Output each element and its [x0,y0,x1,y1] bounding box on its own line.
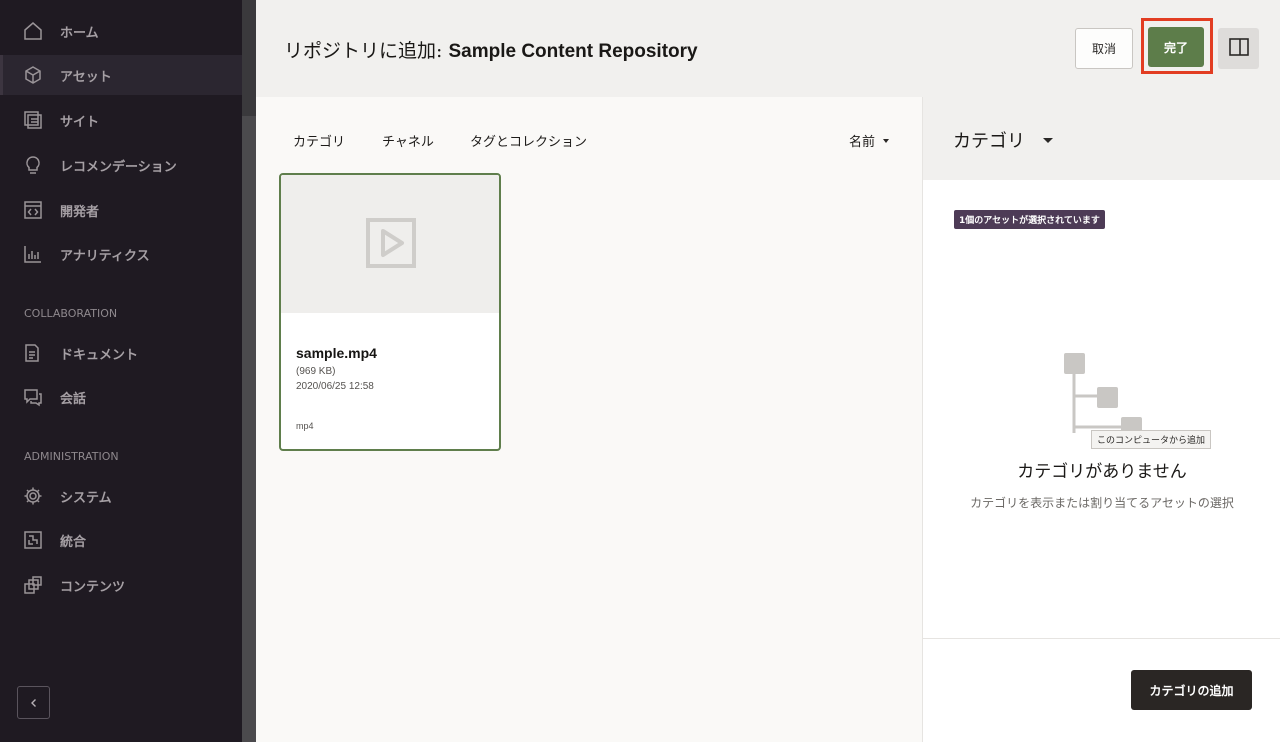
page-title: リポジトリに追加: Sample Content Repository [284,36,698,63]
asset-thumbnail [281,175,499,313]
site-icon [23,110,43,130]
sidebar-item-analytics[interactable]: アナリティクス [0,234,242,274]
home-icon [23,21,43,41]
tab-categories[interactable]: カテゴリ [293,131,345,150]
video-play-icon [366,218,416,268]
sort-dropdown[interactable]: 名前 [849,131,890,150]
integration-icon [23,530,43,550]
sidebar-item-label: アナリティクス [60,249,150,264]
sidebar-item-assets[interactable]: アセット [0,55,242,95]
sidebar-item-home[interactable]: ホーム [0,11,242,51]
divider [923,638,1280,639]
sidebar-item-label: コンテンツ [60,580,126,595]
category-tree-illustration [1064,353,1142,438]
sidebar-item-integrations[interactable]: 統合 [0,520,242,560]
panel-title-dropdown[interactable]: カテゴリ [953,127,1053,153]
caret-down-icon [1043,137,1053,143]
sidebar-item-developer[interactable]: 開発者 [0,190,242,230]
asset-card[interactable]: sample.mp4 (969 KB) 2020/06/25 12:58 mp4 [279,173,501,451]
sidebar-item-label: ドキュメント [60,348,139,363]
sidebar-item-recommendations[interactable]: レコメンデーション [0,145,242,185]
documents-icon [23,343,43,363]
chevron-left-icon [29,693,39,712]
panel-title: カテゴリ [953,131,1025,152]
lightbulb-icon [23,155,43,175]
selection-badge: 1個のアセットが選択されています [954,210,1105,229]
collapse-sidebar-button[interactable] [17,686,50,719]
cancel-button[interactable]: 取消 [1075,28,1133,69]
sidebar-item-label: 会話 [60,392,87,407]
sidebar-item-label: アセット [60,70,112,85]
gear-icon [23,486,43,506]
page-title-prefix: リポジトリに追加: [284,40,443,62]
caret-down-icon [883,138,890,143]
sidebar-item-system[interactable]: システム [0,476,242,516]
sidebar-item-label: 統合 [60,535,87,550]
cube-icon [23,65,43,85]
empty-state-title: カテゴリがありません [1017,462,1187,482]
tab-tags-collections[interactable]: タグとコレクション [470,131,587,150]
main-area: リポジトリに追加: Sample Content Repository 取消 完… [256,0,1280,742]
section-heading-collaboration: COLLABORATION [24,307,118,320]
page-title-repository: Sample Content Repository [448,41,698,62]
sidebar-item-label: システム [60,491,112,506]
sidebar-item-sites[interactable]: サイト [0,100,242,140]
asset-content-area: カテゴリ チャネル タグとコレクション 名前 sample.mp4 (969 K… [256,97,922,742]
sidebar-item-content[interactable]: コンテンツ [0,565,242,605]
asset-size: (969 KB) [296,366,336,377]
add-category-button[interactable]: カテゴリの追加 [1131,670,1252,710]
category-panel: カテゴリ 1個のアセットが選択されています このコンピュータから追加 カテゴリが… [922,97,1280,742]
content-icon [23,575,43,595]
panel-toggle-icon [1228,37,1249,60]
tooltip: このコンピュータから追加 [1091,430,1212,449]
sidebar-item-label: サイト [60,115,100,130]
sidebar-item-label: ホーム [60,26,99,41]
asset-type: mp4 [296,421,314,431]
conversation-icon [23,387,43,407]
sidebar-scrollbar[interactable] [242,0,256,742]
scrollbar-thumb[interactable] [242,0,256,116]
sort-label: 名前 [849,135,876,150]
empty-state-description: カテゴリを表示または割り当てるアセットの選択 [970,496,1234,510]
sidebar: ホーム アセット サイト レコメンデーション 開発者 アナリティクス COLLA… [0,0,242,742]
section-heading-administration: ADMINISTRATION [24,450,119,463]
bar-chart-icon [23,244,43,264]
tab-channels[interactable]: チャネル [382,131,434,150]
panel-header: カテゴリ [923,97,1280,180]
sidebar-item-documents[interactable]: ドキュメント [0,333,242,373]
code-icon [23,200,43,220]
panel-toggle-button[interactable] [1218,28,1259,69]
asset-name: sample.mp4 [296,345,377,361]
sidebar-item-label: レコメンデーション [60,160,177,175]
done-button[interactable]: 完了 [1148,27,1204,67]
dialog-header: リポジトリに追加: Sample Content Repository 取消 完… [256,0,1280,97]
sidebar-item-conversations[interactable]: 会話 [0,377,242,417]
asset-date: 2020/06/25 12:58 [296,381,374,392]
sidebar-item-label: 開発者 [60,205,100,220]
